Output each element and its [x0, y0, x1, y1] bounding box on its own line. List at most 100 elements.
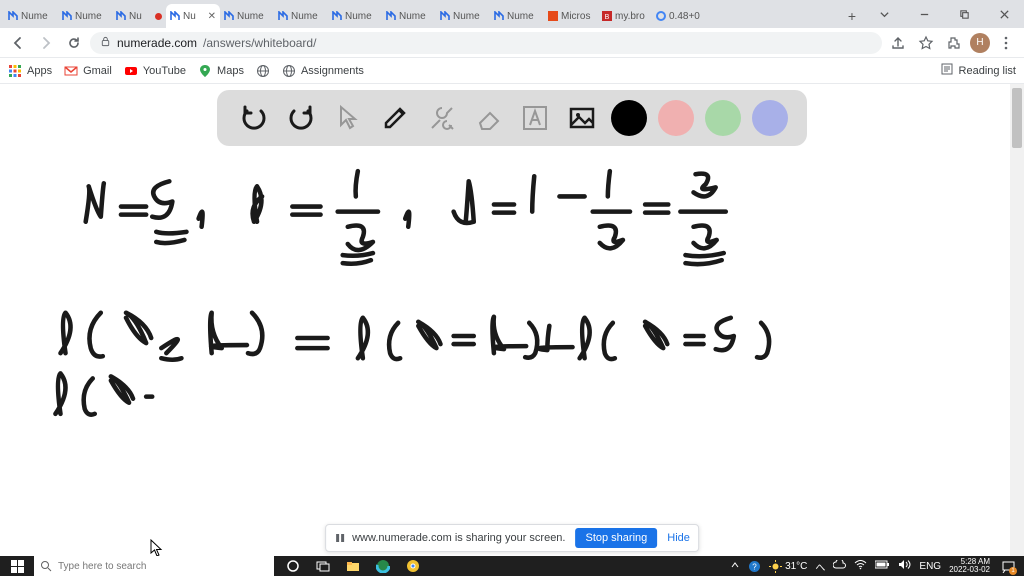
help-icon[interactable]: ? — [748, 560, 761, 573]
gmail-bookmark[interactable]: Gmail — [64, 64, 112, 78]
browser-tab-11[interactable]: Bmy.bro — [598, 4, 652, 28]
lock-icon — [100, 36, 111, 50]
pointer-tool[interactable] — [330, 100, 366, 136]
numerade-favicon — [494, 11, 504, 21]
cloud-sync-icon[interactable] — [833, 560, 846, 573]
browser-tab-6[interactable]: Nume — [328, 4, 382, 28]
browser-tab-7[interactable]: Nume — [382, 4, 436, 28]
maps-bookmark[interactable]: Maps — [198, 64, 244, 78]
window-chevron-icon[interactable] — [864, 0, 904, 28]
back-button[interactable] — [6, 31, 30, 55]
browser-tab-8[interactable]: Nume — [436, 4, 490, 28]
undo-button[interactable] — [236, 100, 272, 136]
window-minimize-icon[interactable] — [904, 0, 944, 28]
tab-label: Nu — [183, 11, 206, 22]
browser-tab-9[interactable]: Nume — [490, 4, 544, 28]
bookmark-star-icon[interactable] — [914, 31, 938, 55]
browser-tab-2[interactable]: Nu — [112, 4, 166, 28]
page-content: www.numerade.com is sharing your screen.… — [0, 84, 1024, 556]
browser-tab-4[interactable]: Nume — [220, 4, 274, 28]
tab-label: Nu — [129, 11, 153, 22]
pen-tool[interactable] — [377, 100, 413, 136]
apps-bookmark[interactable]: Apps — [8, 64, 52, 78]
color-blue[interactable] — [752, 100, 788, 136]
url-domain: numerade.com — [117, 36, 197, 50]
browser-tab-0[interactable]: Nume — [4, 4, 58, 28]
tray-chevron-icon[interactable] — [730, 560, 740, 573]
new-tab-button[interactable]: + — [840, 4, 864, 28]
taskbar-search[interactable]: Type here to search — [34, 556, 274, 576]
assignments-bookmark[interactable]: Assignments — [282, 64, 364, 78]
tab-label: Micros — [561, 11, 594, 22]
tab-label: Nume — [399, 11, 432, 22]
globe-bookmark-1[interactable] — [256, 64, 270, 78]
reading-list-label: Reading list — [959, 65, 1016, 77]
start-button[interactable] — [0, 556, 34, 576]
reading-list-button[interactable]: Reading list — [940, 62, 1016, 79]
eraser-tool[interactable] — [471, 100, 507, 136]
tray-lang-indicator[interactable]: へ — [815, 559, 825, 574]
window-maximize-icon[interactable] — [944, 0, 984, 28]
kebab-menu-icon[interactable] — [994, 31, 1018, 55]
language-label[interactable]: ENG — [919, 561, 941, 572]
color-red[interactable] — [658, 100, 694, 136]
tools-icon[interactable] — [424, 100, 460, 136]
vertical-scrollbar[interactable] — [1010, 84, 1024, 556]
browser-tab-3[interactable]: Nu✕ — [166, 4, 220, 28]
notifications-icon[interactable]: 1 — [998, 556, 1018, 576]
youtube-label: YouTube — [143, 65, 186, 77]
tab-close-icon[interactable]: ✕ — [208, 11, 216, 22]
window-controls — [864, 0, 1024, 28]
apps-grid-icon — [8, 64, 22, 78]
date-label: 2022-03-02 — [949, 566, 990, 574]
scroll-thumb[interactable] — [1012, 88, 1022, 148]
browser-tab-12[interactable]: 0.48+0 — [652, 4, 706, 28]
window-close-icon[interactable] — [984, 0, 1024, 28]
browser-tab-1[interactable]: Nume — [58, 4, 112, 28]
search-placeholder: Type here to search — [58, 561, 146, 572]
forward-button[interactable] — [34, 31, 58, 55]
share-message: www.numerade.com is sharing your screen. — [334, 532, 565, 544]
browser-tab-10[interactable]: Micros — [544, 4, 598, 28]
browser-tab-5[interactable]: Nume — [274, 4, 328, 28]
share-page-icon[interactable] — [886, 31, 910, 55]
wifi-icon[interactable] — [854, 560, 867, 573]
svg-text:?: ? — [752, 562, 757, 571]
color-green[interactable] — [705, 100, 741, 136]
battery-icon[interactable] — [875, 560, 890, 572]
taskview-icon[interactable] — [310, 556, 336, 576]
hide-share-bar-button[interactable]: Hide — [667, 532, 690, 544]
text-tool[interactable] — [517, 100, 553, 136]
globe-icon — [256, 64, 270, 78]
url-input[interactable]: numerade.com/answers/whiteboard/ — [90, 32, 882, 54]
tab-label: Nume — [21, 11, 54, 22]
profile-avatar[interactable]: H — [970, 33, 990, 53]
explorer-icon[interactable] — [340, 556, 366, 576]
reload-button[interactable] — [62, 31, 86, 55]
cortana-icon[interactable] — [280, 556, 306, 576]
stop-sharing-button[interactable]: Stop sharing — [575, 528, 657, 548]
weather-widget[interactable]: 31°C — [769, 560, 807, 573]
tab-strip: NumeNumeNuNu✕NumeNumeNumeNumeNumeNumeMic… — [0, 0, 840, 28]
taskbar-clock[interactable]: 5:28 AM 2022-03-02 — [949, 558, 990, 574]
search-icon — [40, 560, 52, 572]
extensions-icon[interactable] — [942, 31, 966, 55]
edge-icon[interactable] — [370, 556, 396, 576]
gmail-label: Gmail — [83, 65, 112, 77]
tab-label: Nume — [237, 11, 270, 22]
numerade-favicon — [332, 11, 342, 21]
numerade-favicon — [278, 11, 288, 21]
image-tool[interactable] — [564, 100, 600, 136]
maps-label: Maps — [217, 65, 244, 77]
chrome-icon[interactable] — [400, 556, 426, 576]
color-black[interactable] — [611, 100, 647, 136]
numerade-favicon — [170, 11, 180, 21]
google-favicon — [656, 11, 666, 21]
redo-button[interactable] — [283, 100, 319, 136]
recording-dot-icon — [155, 13, 162, 20]
whiteboard-canvas[interactable] — [0, 156, 1008, 520]
youtube-bookmark[interactable]: YouTube — [124, 64, 186, 78]
svg-text:B: B — [605, 14, 610, 21]
volume-icon[interactable] — [898, 559, 911, 573]
numerade-favicon — [8, 11, 18, 21]
